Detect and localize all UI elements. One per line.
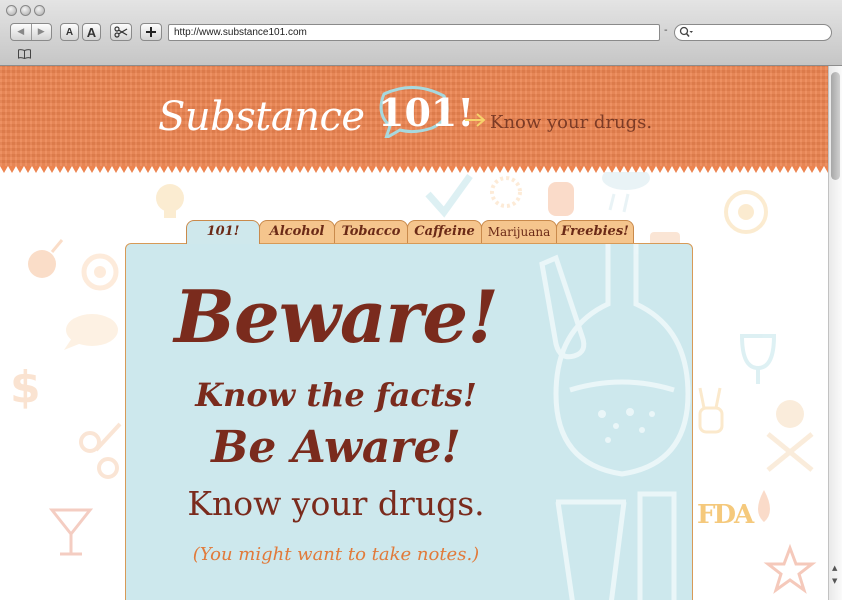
- vertical-scrollbar[interactable]: ▲ ▼: [828, 66, 842, 600]
- plus-icon: [146, 27, 156, 37]
- web-page: Substance 101! Know your drugs. $ 101! A…: [0, 66, 828, 600]
- droplet-icon: [758, 490, 770, 522]
- back-arrow-icon: ◀: [17, 27, 25, 37]
- zoom-window-button[interactable]: [34, 5, 45, 16]
- checkmark-icon: [425, 173, 473, 218]
- headline-beware: Beware!: [174, 274, 499, 359]
- starburst-icon: [490, 176, 522, 208]
- tab-freebies[interactable]: Freebies!: [556, 220, 634, 244]
- search-field[interactable]: [674, 24, 832, 41]
- dollar-sign-icon: $: [10, 362, 41, 413]
- logo-101[interactable]: 101!: [378, 90, 474, 135]
- minimize-window-button[interactable]: [20, 5, 31, 16]
- speech-bubble-icon: [64, 314, 118, 350]
- swirl-icon: [81, 253, 119, 291]
- bookmarks-book-icon[interactable]: [18, 49, 31, 59]
- skull-crossbones-icon: [766, 400, 814, 472]
- take-notes-note: (You might want to take notes.): [192, 544, 480, 565]
- address-bar[interactable]: http://www.substance101.com: [168, 24, 660, 41]
- text-larger-label: A: [86, 24, 97, 40]
- rain-cloud-icon: [602, 172, 650, 213]
- snip-button[interactable]: [110, 23, 132, 41]
- add-bookmark-button[interactable]: [140, 23, 162, 41]
- headline-know-drugs: Know your drugs.: [187, 484, 485, 523]
- browser-toolbar: ◀ ▶ A A http://www.substance101.com -: [0, 0, 842, 66]
- arrow-right-icon: [465, 113, 486, 127]
- forward-arrow-icon: ▶: [37, 27, 45, 37]
- tab-101[interactable]: 101!: [186, 220, 260, 244]
- star-icon: [763, 543, 817, 594]
- brandy-glass-icon: [739, 334, 777, 384]
- back-button[interactable]: ◀: [11, 24, 31, 40]
- close-window-button[interactable]: [6, 5, 17, 16]
- scroll-up-arrow-icon[interactable]: ▲: [832, 564, 837, 572]
- hand-icon: [548, 182, 574, 216]
- scrollbar-thumb[interactable]: [831, 72, 840, 180]
- tab-alcohol[interactable]: Alcohol: [259, 220, 335, 244]
- lightbulb-icon: [156, 184, 184, 218]
- headline-be-aware: Be Aware!: [211, 422, 461, 473]
- fda-logo: FDA: [697, 500, 754, 530]
- forward-button[interactable]: ▶: [30, 24, 52, 40]
- text-larger-button[interactable]: A: [82, 23, 101, 41]
- address-dropdown[interactable]: -: [664, 25, 668, 36]
- scissors-icon: [114, 26, 128, 38]
- bomb-icon: [28, 239, 64, 278]
- scissors-decoration-icon: [79, 422, 122, 479]
- sun-icon: [724, 190, 768, 234]
- search-icon: [679, 26, 693, 37]
- back-forward-group: ◀ ▶: [10, 23, 52, 41]
- scroll-down-arrow-icon[interactable]: ▼: [832, 577, 837, 585]
- tab-caffeine[interactable]: Caffeine: [407, 220, 482, 244]
- header-tagline: Know your drugs.: [490, 112, 653, 133]
- logo-wordmark[interactable]: Substance: [158, 94, 365, 140]
- martini-icon: [48, 508, 94, 556]
- tab-marijuana[interactable]: Marijuana: [481, 220, 557, 244]
- text-smaller-button[interactable]: A: [60, 23, 79, 41]
- tab-tobacco[interactable]: Tobacco: [334, 220, 408, 244]
- content-panel: Beware! Know the facts! Be Aware! Know y…: [125, 243, 693, 600]
- headline-know-facts: Know the facts!: [195, 376, 477, 414]
- text-smaller-label: A: [65, 26, 74, 38]
- peace-hand-icon: [698, 387, 724, 434]
